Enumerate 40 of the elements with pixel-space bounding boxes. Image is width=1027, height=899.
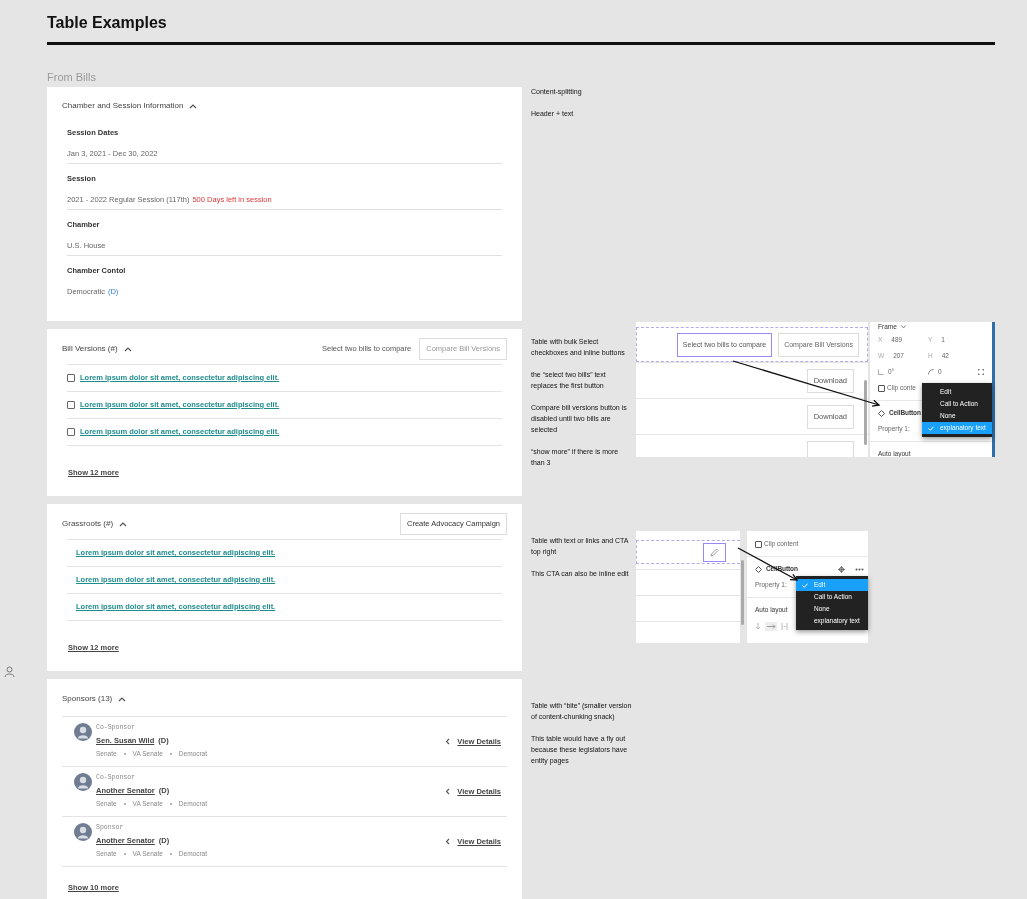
chevron-up-icon[interactable] [189, 102, 198, 110]
arrow [737, 547, 799, 581]
section-heading: From Bills [47, 70, 97, 84]
section-title: Sponsors (13) [62, 693, 113, 705]
avatar-icon [74, 723, 92, 741]
component-icon [878, 409, 885, 417]
check-icon [928, 425, 934, 431]
checkbox[interactable] [67, 374, 75, 382]
corner-radius-icon [928, 369, 934, 375]
target-icon [838, 565, 845, 573]
scrollbar[interactable] [741, 560, 744, 625]
section-title: Bill Versions (#) [62, 343, 118, 355]
checkbox[interactable] [67, 428, 75, 436]
chevron-left-icon [445, 788, 451, 796]
avatar-icon [74, 823, 92, 841]
angle-icon [878, 369, 884, 375]
checkbox[interactable] [878, 384, 885, 392]
chevron-left-icon [445, 838, 451, 846]
chevron-up-icon[interactable] [123, 345, 132, 353]
chevron-up-icon[interactable] [118, 695, 127, 703]
arrow-down-icon [755, 622, 761, 630]
chevron-up-icon[interactable] [119, 520, 128, 528]
scrollbar[interactable] [864, 380, 867, 445]
page-title: Table Examples [47, 13, 168, 33]
resize-icon [978, 369, 984, 375]
edit-button[interactable] [703, 542, 726, 562]
spacing-icon [781, 622, 788, 630]
checkbox[interactable] [755, 540, 762, 548]
component-icon [755, 565, 762, 573]
check-icon [802, 582, 808, 588]
section-title: Grassroots (#) [62, 518, 114, 530]
more-icon [855, 567, 864, 571]
chevron-left-icon [445, 738, 451, 746]
user-icon [4, 666, 15, 678]
checkbox[interactable] [67, 401, 75, 409]
pencil-icon [710, 547, 719, 557]
arrow-right-icon [765, 621, 777, 631]
avatar-icon [74, 773, 92, 791]
section-title: Chamber and Session Information [62, 100, 184, 112]
caret-icon [900, 325, 906, 329]
